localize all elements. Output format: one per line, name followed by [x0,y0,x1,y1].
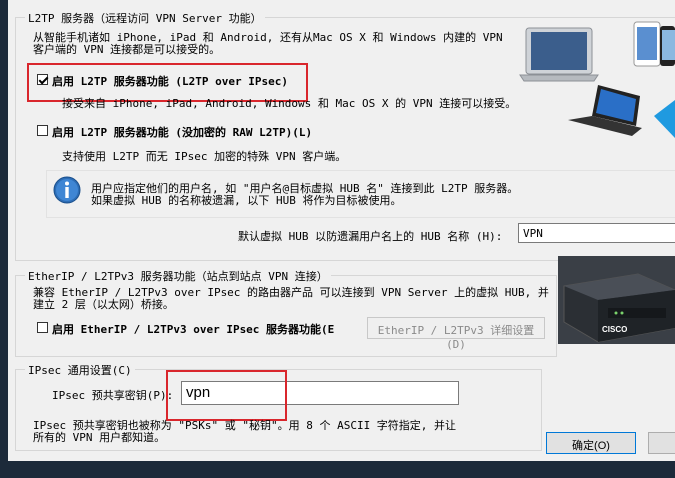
devices-illustration [519,21,675,138]
l2tp-ipsec-checkbox[interactable] [37,74,48,85]
psk-label: IPsec 预共享密钥(P): [52,389,174,402]
tablet-icon [633,21,675,67]
ipsec-group-title: IPsec 通用设置(C) [25,362,135,378]
etherip-description-2: 建立 2 层（以太网）桥接。 [33,298,174,311]
psk-highlight [166,370,287,421]
l2tp-ipsec-description: 接受来自 iPhone, iPad, Android, Windows 和 Ma… [62,97,517,110]
ok-button-label: 确定(O) [572,440,610,452]
laptop-icon [519,27,599,82]
default-hub-value: VPN [523,227,543,240]
router-illustration: CISCO [558,256,675,344]
info-icon [53,176,81,204]
l2tp-raw-label[interactable]: 启用 L2TP 服务器功能 (没加密的 RAW L2TP)(L) [52,124,312,140]
default-hub-label: 默认虚拟 HUB 以防遗漏用户名上的 HUB 名称 (H): [238,230,503,243]
l2tp-raw-checkbox[interactable] [37,125,48,136]
ipsec-note-2: 所有的 VPN 用户都知道。 [33,431,166,444]
ok-button[interactable]: 确定(O) [546,432,636,454]
l2tp-ipsec-label[interactable]: 启用 L2TP 服务器功能 (L2TP over IPsec) [52,73,288,89]
windows-laptop-icon [568,85,642,136]
cancel-button[interactable] [648,432,675,454]
l2tp-description-2: 客户端的 VPN 连接都是可以接受的。 [33,43,221,56]
taskbar [0,461,675,478]
etherip-detail-button[interactable]: EtherIP / L2TPv3 详细设置(D) [367,317,545,351]
tile-icon [654,100,675,138]
default-hub-select[interactable]: VPN [518,223,675,243]
window-left-edge [0,0,8,461]
info-text-2: 如果虚拟 HUB 的名称被遗漏, 以下 HUB 将作为目标被使用。 [91,194,402,207]
l2tp-group-title: L2TP 服务器（远程访问 VPN Server 功能） [25,10,265,26]
router-brand: CISCO [602,325,627,334]
l2tp-raw-description: 支持使用 L2TP 而无 IPsec 加密的特殊 VPN 客户端。 [62,150,347,163]
etherip-group-title: EtherIP / L2TPv3 服务器功能（站点到站点 VPN 连接） [25,268,331,284]
etherip-checkbox[interactable] [37,322,48,333]
etherip-label[interactable]: 启用 EtherIP / L2TPv3 over IPsec 服务器功能(E [52,321,359,337]
